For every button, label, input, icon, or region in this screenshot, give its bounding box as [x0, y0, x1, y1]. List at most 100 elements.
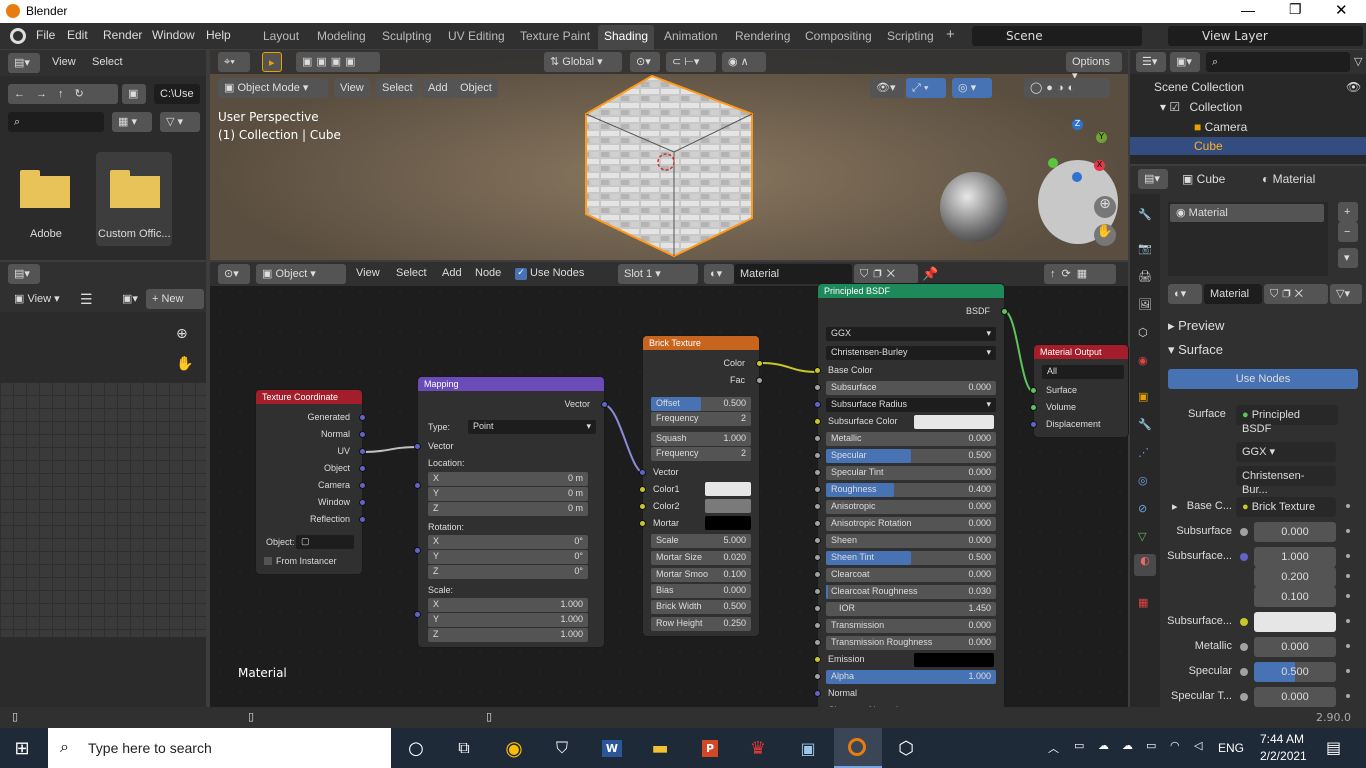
loc-z-field[interactable]: Z0 m: [428, 502, 588, 516]
shading-mode-buttons[interactable]: ◯●◑◐: [1024, 78, 1110, 98]
tab-compositing[interactable]: Compositing: [805, 29, 872, 43]
filter-button[interactable]: ▽ ▾: [160, 112, 200, 132]
editor-type-button[interactable]: ▤▾: [8, 264, 40, 284]
photos-icon[interactable]: ▣: [786, 728, 830, 768]
keyframe-dot-icon[interactable]: [1346, 594, 1350, 598]
transmission-roughness-field[interactable]: Transmission Roughness 0.000: [826, 636, 996, 650]
viewport-menu-select[interactable]: Select: [376, 78, 419, 98]
tab-texture-paint[interactable]: Texture Paint: [520, 29, 590, 43]
subsurface-field[interactable]: Subsurface 0.000: [826, 381, 996, 395]
select-tool-icon[interactable]: ▸: [262, 52, 282, 72]
chrome-icon[interactable]: ◉: [492, 728, 536, 768]
neg-y-axis-icon[interactable]: [1048, 158, 1058, 168]
transform-orientation[interactable]: ⇅ Global ▾: [544, 52, 622, 72]
cortana-icon[interactable]: ○: [394, 728, 438, 768]
scene-tab-icon[interactable]: ⬡: [1138, 326, 1148, 339]
object-tab-icon[interactable]: ▣: [1138, 390, 1148, 403]
principled-bsdf-node[interactable]: Principled BSDF BSDF GGX ▾ Christensen-Bu…: [814, 284, 1008, 715]
material-slot-list[interactable]: ◉ Material: [1168, 202, 1328, 276]
powerpoint-icon[interactable]: P: [688, 728, 732, 768]
editor-type-button[interactable]: ▤▾: [8, 53, 40, 73]
socket[interactable]: [814, 673, 821, 680]
keyframe-dot-icon[interactable]: [1346, 644, 1350, 648]
color1-swatch[interactable]: [705, 482, 751, 496]
distribution-dropdown[interactable]: GGX ▾: [1236, 442, 1336, 462]
pivot-button[interactable]: ⊙▾: [630, 52, 660, 72]
overlay-button[interactable]: ◎ ▾: [952, 78, 992, 98]
socket-icon[interactable]: [1240, 643, 1248, 651]
keyframe-dot-icon[interactable]: [1346, 504, 1350, 508]
socket[interactable]: [814, 588, 821, 595]
display-mode-button[interactable]: ▣▾: [1170, 52, 1200, 72]
slot-specials-button[interactable]: ▾: [1338, 248, 1358, 268]
surface-panel-header[interactable]: ▾ Surface: [1168, 342, 1223, 358]
tab-shading[interactable]: Shading: [598, 25, 655, 50]
scale-y-field[interactable]: Y 1.000: [428, 613, 588, 627]
material-slot-item[interactable]: ◉ Material: [1170, 204, 1324, 222]
sheen-tint-field[interactable]: Sheen Tint 0.500: [826, 551, 996, 565]
folder-icon[interactable]: [20, 170, 72, 208]
row-height-field[interactable]: Row Height 0.250: [651, 617, 751, 631]
material-browse-button[interactable]: ◐▾: [1168, 284, 1202, 304]
editor-type-button[interactable]: ⌖▾: [218, 52, 250, 72]
blender-taskbar-button[interactable]: [834, 728, 882, 768]
3d-viewport[interactable]: ⌖▾ ▸ ▣▣▣▣ ⇅ Global ▾ ⊙▾ ⊂ ⊢▾ ◉ ∧ Options…: [210, 50, 1128, 260]
socket[interactable]: [756, 377, 763, 384]
socket[interactable]: [814, 503, 821, 510]
clearcoat-roughness-field[interactable]: Clearcoat Roughness 0.030: [826, 585, 996, 599]
x-axis-icon[interactable]: X: [1094, 160, 1105, 171]
scene-collection-item[interactable]: Scene Collection: [1154, 80, 1244, 94]
rot-z-field[interactable]: Z 0°: [428, 565, 588, 579]
roughness-field[interactable]: Roughness 0.400: [826, 483, 996, 497]
prop-field[interactable]: ● Brick Texture: [1236, 497, 1336, 517]
options-button[interactable]: Options ▾: [1066, 52, 1122, 82]
zoom-icon[interactable]: ⊕: [1094, 196, 1116, 218]
constraints-tab-icon[interactable]: ⊘: [1138, 502, 1147, 515]
socket[interactable]: [414, 547, 421, 554]
socket[interactable]: [756, 360, 763, 367]
socket[interactable]: [639, 486, 646, 493]
zoom-icon[interactable]: ⊕: [176, 326, 188, 342]
socket[interactable]: [814, 452, 821, 459]
particles-tab-icon[interactable]: ⋰: [1138, 446, 1149, 459]
onedrive-icon[interactable]: ☁: [1122, 739, 1133, 752]
tab-scripting[interactable]: Scripting: [887, 29, 934, 43]
rot-y-field[interactable]: Y 0°: [428, 550, 588, 564]
keyframe-dot-icon[interactable]: [1346, 694, 1350, 698]
socket-icon[interactable]: [1240, 553, 1248, 561]
proportional-edit-button[interactable]: ◉ ∧: [722, 52, 766, 72]
mapping-type-dropdown[interactable]: Point ▾: [468, 420, 596, 434]
object-picker-field[interactable]: ▢: [296, 535, 354, 549]
cube-object[interactable]: [580, 74, 760, 258]
clearcoat-field[interactable]: Clearcoat 0.000: [826, 568, 996, 582]
camera-item[interactable]: ■ Camera: [1194, 120, 1247, 134]
new-folder-button[interactable]: ▣: [122, 84, 146, 104]
remove-slot-button[interactable]: −: [1338, 222, 1358, 242]
socket[interactable]: [814, 418, 821, 425]
neg-z-axis-icon[interactable]: [1072, 172, 1082, 182]
webcam-icon[interactable]: ▭: [1074, 739, 1084, 752]
mendeley-icon[interactable]: ♛: [736, 728, 780, 768]
new-image-button[interactable]: + New: [146, 289, 204, 309]
tab-sculpting[interactable]: Sculpting: [382, 29, 431, 43]
view-layer-selector[interactable]: View Layer: [1168, 26, 1363, 46]
output-target-dropdown[interactable]: All: [1042, 365, 1124, 379]
socket[interactable]: [414, 482, 421, 489]
socket[interactable]: [639, 469, 646, 476]
node-editor[interactable]: ⊙▾ ▣ Object ▾ View Select Add Node ✓ Use…: [210, 262, 1128, 715]
clock-time[interactable]: 7:44 AM: [1260, 732, 1304, 746]
scene-selector[interactable]: Scene: [972, 26, 1142, 46]
expand-arrow-icon[interactable]: ▸: [1172, 500, 1178, 513]
prop-field[interactable]: 0.500: [1254, 662, 1336, 682]
material-name-field[interactable]: Material: [1204, 284, 1262, 304]
blender-menu-icon[interactable]: [10, 28, 26, 44]
viewport-menu-object[interactable]: Object: [454, 78, 498, 98]
bias-field[interactable]: Bias 0.000: [651, 584, 751, 598]
mortar-size-field[interactable]: Mortar Size 0.020: [651, 551, 751, 565]
viewport-menu-add[interactable]: Add: [422, 78, 454, 98]
data-tab-icon[interactable]: ▽: [1138, 530, 1146, 543]
ior-field[interactable]: IOR 1.450: [826, 602, 996, 616]
socket[interactable]: [814, 537, 821, 544]
brick-texture-node[interactable]: Brick Texture Color Fac Offset 0.500 Freq…: [639, 336, 763, 636]
socket[interactable]: [814, 690, 821, 697]
